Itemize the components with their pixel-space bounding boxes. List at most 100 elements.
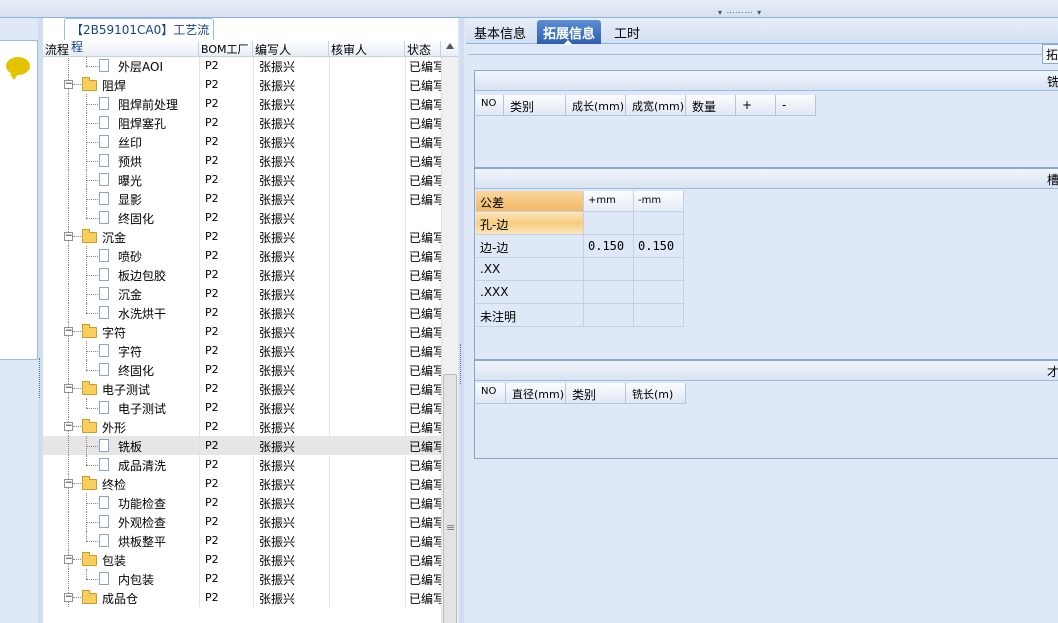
- tree-item-row[interactable]: 外观检查 P2 张振兴 已编写: [43, 512, 441, 531]
- document-icon: [99, 116, 109, 129]
- collapse-icon[interactable]: −: [64, 555, 73, 564]
- mill-col-no[interactable]: NO: [476, 95, 504, 116]
- tree-item-row[interactable]: 阻焊前处理 P2 张振兴 已编写: [43, 94, 441, 113]
- tree-folder-row[interactable]: − 电子测试 P2 张振兴 已编写: [43, 379, 441, 398]
- tree-folder-row[interactable]: − 包装 P2 张振兴 已编写: [43, 550, 441, 569]
- tree-folder-row[interactable]: − 沉金 P2 张振兴 已编写: [43, 227, 441, 246]
- col-header-bom[interactable]: BOM工厂: [199, 41, 253, 57]
- bom-factory-cell: P2: [205, 211, 219, 224]
- router-col-no[interactable]: NO: [476, 383, 506, 404]
- tree-folder-row[interactable]: − 成品仓 P2 张振兴 已编写: [43, 588, 441, 607]
- tree-item-row[interactable]: 电子测试 P2 张振兴 已编写: [43, 398, 441, 417]
- col-header-reviewer[interactable]: 核审人: [329, 41, 405, 57]
- tol-row-minus[interactable]: 0.150: [634, 235, 684, 258]
- tol-row-plus[interactable]: [584, 304, 634, 327]
- tree-item-row[interactable]: 成品清洗 P2 张振兴 已编写: [43, 455, 441, 474]
- column-divider: [253, 246, 254, 265]
- tree-item-row[interactable]: 喷砂 P2 张振兴 已编写: [43, 246, 441, 265]
- mill-col-length[interactable]: 成长(mm): [566, 95, 626, 116]
- tree-item-row[interactable]: 显影 P2 张振兴 已编写: [43, 189, 441, 208]
- tree-item-row[interactable]: 终固化 P2 张振兴 已编写: [43, 360, 441, 379]
- tol-row-minus[interactable]: [634, 304, 684, 327]
- tree-item-row[interactable]: 字符 P2 张振兴 已编写: [43, 341, 441, 360]
- tol-row-plus[interactable]: 0.150: [584, 235, 634, 258]
- tree-item-row[interactable]: 阻焊塞孔 P2 张振兴 已编写: [43, 113, 441, 132]
- column-divider: [405, 531, 406, 550]
- col-header-status[interactable]: 状态: [405, 41, 441, 57]
- status-cell: 已编写: [409, 155, 441, 169]
- tree-item-row[interactable]: 铣板 P2 张振兴 已编写: [43, 436, 441, 455]
- column-divider: [329, 284, 330, 303]
- mill-col-type[interactable]: 类别: [504, 95, 566, 116]
- tree-item-row[interactable]: 终固化 P2 张振兴: [43, 208, 441, 227]
- collapse-icon[interactable]: −: [64, 384, 73, 393]
- scroll-up-icon[interactable]: [446, 43, 454, 49]
- collapse-icon[interactable]: −: [64, 479, 73, 488]
- collapse-icon[interactable]: −: [64, 422, 73, 431]
- tree-item-row[interactable]: 板边包胶 P2 张振兴 已编写: [43, 265, 441, 284]
- bom-factory-cell: P2: [205, 420, 219, 433]
- tol-row-minus[interactable]: [634, 281, 684, 304]
- tree-line: [73, 84, 81, 85]
- tol-row-minus[interactable]: [634, 258, 684, 281]
- collapse-icon[interactable]: −: [64, 80, 73, 89]
- tab-basic-info[interactable]: 基本信息: [468, 20, 532, 44]
- collapse-icon[interactable]: −: [64, 327, 73, 336]
- router-col-diameter[interactable]: 直径(mm): [506, 383, 566, 404]
- tab-work-hours[interactable]: 工时: [608, 20, 646, 44]
- tree-item-row[interactable]: 外层AOI P2 张振兴 已编写: [43, 56, 441, 75]
- status-cell: 已编写: [409, 497, 441, 511]
- column-divider: [405, 132, 406, 151]
- tree-node-label: 喷砂: [118, 250, 143, 264]
- scrollbar-thumb[interactable]: [443, 374, 457, 623]
- bom-factory-cell: P2: [205, 572, 219, 585]
- tol-row-plus[interactable]: [584, 258, 634, 281]
- status-cell: 已编写: [409, 307, 441, 321]
- column-divider: [329, 170, 330, 189]
- tree-item-row[interactable]: 曝光 P2 张振兴 已编写: [43, 170, 441, 189]
- chat-bubble-icon[interactable]: [6, 57, 30, 80]
- col-header-editor[interactable]: 编写人: [253, 41, 329, 57]
- mill-col-qty[interactable]: 数量: [686, 95, 736, 116]
- tol-row-plus[interactable]: [584, 281, 634, 304]
- tree-item-row[interactable]: 预烘 P2 张振兴 已编写: [43, 151, 441, 170]
- folder-icon: [82, 476, 97, 490]
- tree-rows: 外层AOI P2 张振兴 已编写 − 阻焊 P2 张振兴 已编写 阻焊前处理 P2 张振兴 已编写 阻焊塞…: [43, 56, 441, 623]
- tol-row-minus[interactable]: [634, 212, 684, 235]
- extend-button[interactable]: 拓: [1042, 44, 1058, 64]
- col-header-flow[interactable]: 流程: [43, 41, 199, 57]
- status-cell: 已编写: [409, 269, 441, 283]
- tree-item-row[interactable]: 水洗烘干 P2 张振兴 已编写: [43, 303, 441, 322]
- center-splitter[interactable]: [459, 18, 464, 623]
- bom-factory-cell: P2: [205, 496, 219, 509]
- mill-add-button[interactable]: +: [736, 95, 776, 116]
- tree-item-row[interactable]: 烘板整平 P2 张振兴 已编写: [43, 531, 441, 550]
- mill-col-width[interactable]: 成宽(mm): [626, 95, 686, 116]
- document-icon: [99, 268, 109, 281]
- process-tree-tab[interactable]: 【2B59101CA0】工艺流程: [64, 18, 214, 54]
- tree-folder-row[interactable]: − 外形 P2 张振兴 已编写: [43, 417, 441, 436]
- column-divider: [199, 379, 200, 398]
- tree-line: [86, 370, 98, 371]
- column-divider: [253, 132, 254, 151]
- tol-row-plus[interactable]: [584, 212, 634, 235]
- tree-item-row[interactable]: 功能检查 P2 张振兴 已编写: [43, 493, 441, 512]
- tree-folder-row[interactable]: − 终检 P2 张振兴 已编写: [43, 474, 441, 493]
- tree-item-row[interactable]: 丝印 P2 张振兴 已编写: [43, 132, 441, 151]
- router-col-length[interactable]: 铣长(m): [626, 383, 686, 404]
- mill-remove-button[interactable]: -: [776, 95, 816, 116]
- tree-folder-row[interactable]: − 阻焊 P2 张振兴 已编写: [43, 75, 441, 94]
- collapse-icon[interactable]: −: [64, 232, 73, 241]
- editor-cell: 张振兴: [259, 269, 296, 283]
- tree-item-row[interactable]: 沉金 P2 张振兴 已编写: [43, 284, 441, 303]
- editor-cell: 张振兴: [259, 79, 296, 93]
- column-divider: [199, 208, 200, 227]
- router-col-type[interactable]: 类别: [566, 383, 626, 404]
- tab-extended-info[interactable]: 拓展信息: [537, 20, 602, 45]
- tree-item-row[interactable]: 内包装 P2 张振兴 已编写: [43, 569, 441, 588]
- bom-factory-cell: P2: [205, 135, 219, 148]
- collapse-icon[interactable]: −: [64, 593, 73, 602]
- tree-folder-row[interactable]: − 字符 P2 张振兴 已编写: [43, 322, 441, 341]
- tree-scrollbar[interactable]: [441, 56, 458, 623]
- collapse-handle-icon[interactable]: ▾ ⋯⋯⋯ ▾: [718, 9, 780, 17]
